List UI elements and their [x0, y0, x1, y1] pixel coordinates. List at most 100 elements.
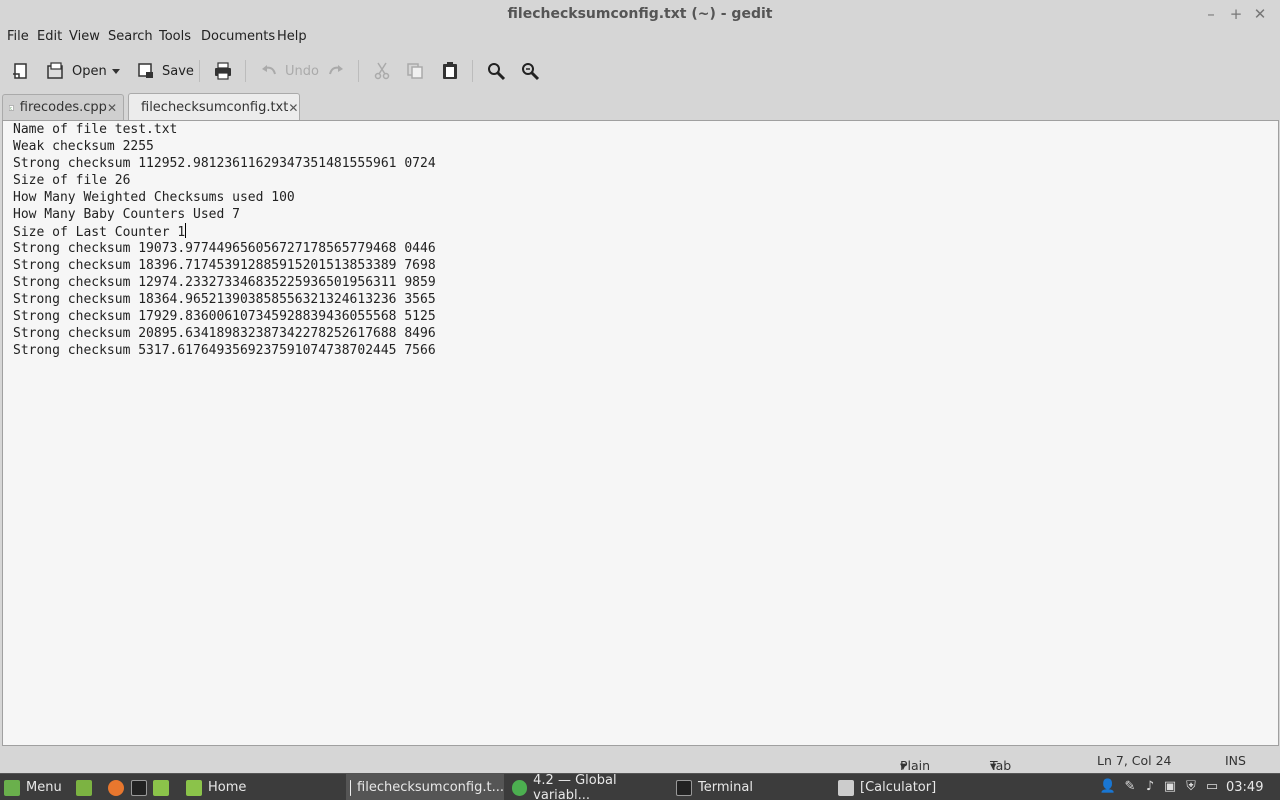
text-line-current: Size of Last Counter 1 [13, 223, 187, 241]
cut-icon [374, 62, 390, 80]
text-line-content: Size of Last Counter 1 [13, 225, 186, 240]
text-editor-icon [350, 779, 352, 796]
svg-text:C: C [10, 106, 12, 110]
search-icon [488, 63, 506, 81]
insert-mode: INS [1225, 753, 1246, 768]
text-line: Strong checksum 19073.977449656056727178… [13, 241, 436, 256]
text-line: Size of file 26 [13, 173, 131, 188]
paste-icon [443, 62, 457, 79]
cut-button[interactable] [372, 57, 392, 85]
menu-edit[interactable]: Edit [37, 29, 62, 44]
tab-close-icon[interactable]: ✕ [107, 101, 117, 115]
calculator-icon [838, 779, 854, 796]
start-menu-button[interactable]: Menu [4, 774, 62, 800]
open-icon [47, 62, 63, 79]
text-line: Weak checksum 2255 [13, 139, 154, 154]
menu-search[interactable]: Search [108, 29, 153, 44]
cursor-position: Ln 7, Col 24 [1097, 753, 1172, 768]
window-label: 4.2 — Global variabl... [533, 772, 617, 800]
tab-bar: C firecodes.cpp ✕ filechecksumconfig.txt… [0, 92, 1280, 121]
mint-logo-icon [4, 779, 20, 796]
taskbar-window-browser[interactable]: 4.2 — Global variabl... [512, 772, 670, 800]
text-line: Strong checksum 5317.6176493569237591074… [13, 343, 436, 358]
removable-drive-icon[interactable]: ▣ [1161, 778, 1179, 796]
terminal-icon [131, 779, 147, 796]
undo-icon [262, 65, 276, 75]
taskbar-window-gedit[interactable]: filechecksumconfig.t... [346, 774, 504, 800]
menu-help[interactable]: Help [277, 29, 307, 44]
files-launcher[interactable] [153, 774, 175, 800]
redo-button[interactable] [326, 57, 346, 85]
desktop-icon [76, 779, 92, 796]
text-cursor [185, 223, 187, 238]
menu-documents[interactable]: Documents [201, 29, 275, 44]
save-button[interactable]: Save [136, 57, 194, 85]
close-icon[interactable]: ✕ [1250, 4, 1270, 24]
taskbar-window-calculator[interactable]: [Calculator] [838, 774, 993, 800]
chevron-down-icon: ▾ [990, 758, 997, 773]
copy-button[interactable] [405, 57, 425, 85]
text-line: How Many Weighted Checksums used 100 [13, 190, 295, 205]
find-replace-icon [522, 63, 540, 81]
title-bar: filechecksumconfig.txt (~) - gedit – + ✕ [0, 0, 1280, 28]
taskbar-window-terminal[interactable]: Terminal [676, 774, 831, 800]
undo-button[interactable]: Undo [259, 57, 319, 85]
print-icon [215, 62, 231, 80]
new-document-icon [13, 63, 27, 79]
open-dropdown[interactable] [110, 57, 122, 85]
shield-icon[interactable]: ⛨ [1182, 778, 1200, 796]
maximize-icon[interactable]: + [1226, 4, 1246, 24]
window-label: Home [208, 780, 247, 795]
window-label: filechecksumconfig.t... [357, 780, 504, 795]
clock[interactable]: 03:49 [1226, 774, 1263, 800]
battery-icon[interactable]: ▭ [1203, 778, 1221, 796]
text-line: Strong checksum 18364.965213903858556321… [13, 292, 436, 307]
tab-filechecksumconfig[interactable]: filechecksumconfig.txt ✕ [128, 93, 300, 121]
copy-icon [407, 63, 423, 79]
menu-label: Menu [26, 780, 62, 795]
folder-icon [186, 779, 202, 796]
chevron-down-icon: ▾ [900, 758, 907, 773]
menu-tools[interactable]: Tools [159, 29, 191, 44]
folder-icon [153, 779, 169, 796]
status-bar: Plain Text ▾ Tab Width: 8 ▾ Ln 7, Col 24… [0, 748, 1280, 800]
menu-file[interactable]: File [7, 29, 29, 44]
open-button[interactable]: Open [46, 57, 107, 85]
tab-firecodes[interactable]: C firecodes.cpp ✕ [2, 94, 124, 120]
taskbar-window-home[interactable]: Home [186, 774, 341, 800]
terminal-launcher[interactable] [131, 774, 153, 800]
toolbar-separator [199, 60, 200, 82]
taskbar: Menu Home filechecksumconfig.t... 4.2 — … [0, 773, 1280, 800]
chevron-down-icon [112, 69, 120, 74]
text-editor[interactable]: Name of file test.txt Weak checksum 2255… [2, 120, 1279, 746]
toolbar: Open Save Undo [0, 52, 1280, 90]
toolbar-separator [358, 60, 359, 82]
clock-label: 03:49 [1226, 780, 1264, 795]
text-line: Strong checksum 112952.98123611629347351… [13, 156, 436, 171]
text-line: Name of file test.txt [13, 122, 178, 137]
print-button[interactable] [213, 57, 233, 85]
find-button[interactable] [486, 57, 506, 85]
tab-label: firecodes.cpp [19, 100, 107, 115]
find-replace-button[interactable] [520, 57, 540, 85]
new-document-button[interactable] [10, 57, 30, 85]
tab-label: filechecksumconfig.txt [141, 100, 289, 115]
paste-button[interactable] [440, 57, 460, 85]
redo-icon [329, 65, 343, 75]
menu-bar: File Edit View Search Tools Documents He… [0, 28, 1280, 48]
text-line: Strong checksum 20895.634189832387342278… [13, 326, 436, 341]
minimize-icon[interactable]: – [1201, 4, 1221, 24]
show-desktop-launcher[interactable] [76, 774, 98, 800]
terminal-icon [676, 779, 692, 796]
window-title: filechecksumconfig.txt (~) - gedit [507, 6, 773, 22]
menu-view[interactable]: View [69, 29, 100, 44]
text-line: Strong checksum 17929.836006107345928839… [13, 309, 436, 324]
volume-icon[interactable]: ♪ [1141, 778, 1159, 796]
tab-close-icon[interactable]: ✕ [288, 101, 298, 115]
save-label: Save [162, 63, 194, 79]
firefox-launcher[interactable] [108, 774, 130, 800]
user-icon[interactable]: 👤 [1099, 778, 1117, 796]
pen-icon[interactable]: ✎ [1121, 778, 1139, 796]
toolbar-separator [245, 60, 246, 82]
cpp-file-icon: C [9, 104, 14, 111]
